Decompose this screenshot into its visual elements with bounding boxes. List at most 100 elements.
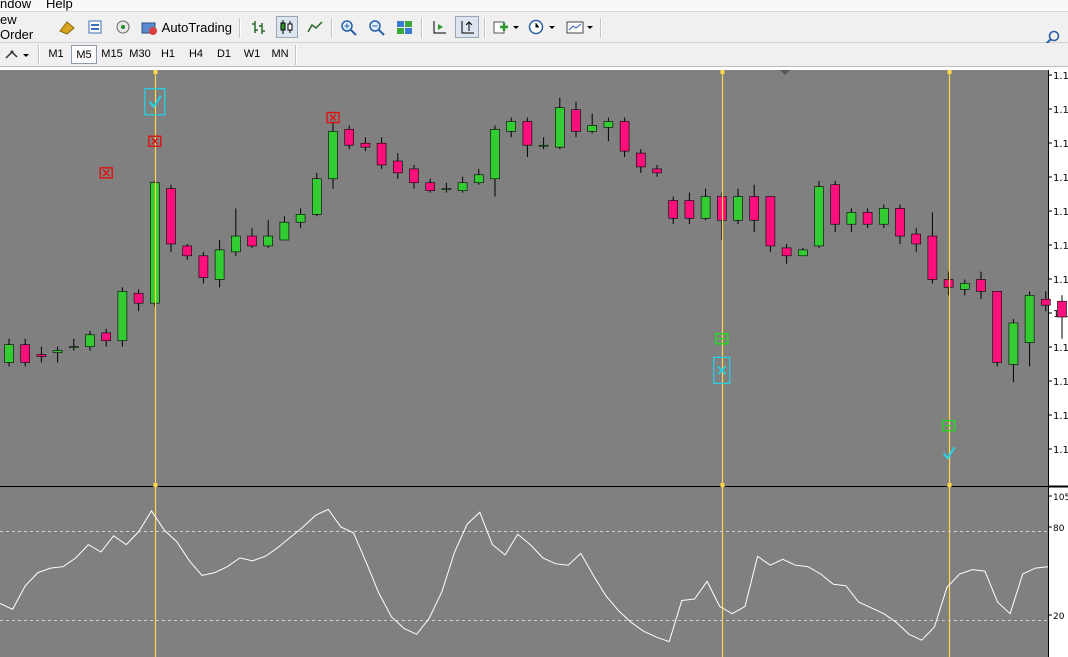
timeframe-mn[interactable]: MN [267,45,293,64]
bear-candle [1057,300,1067,318]
bull-candle [473,174,484,184]
vline-handle [720,483,725,487]
bull-candle [959,283,970,290]
navigator-icon[interactable] [84,16,106,38]
toolbar-separator [484,18,486,38]
price-label: 1.1 [1053,275,1068,286]
auto-scroll-icon[interactable] [455,16,479,38]
bear-candle [166,188,176,245]
bull-candle [311,178,322,215]
bear-candle [619,121,630,152]
bear-candle [652,168,662,174]
timeframe-m30[interactable]: M30 [127,45,153,64]
bull-candle [490,129,500,180]
bull-candle [700,196,711,219]
price-label: 1.1 [1053,105,1068,116]
market-watch-icon[interactable] [56,16,78,38]
menu-bar: ndow Help [0,0,1068,12]
timeframe-h1[interactable]: H1 [155,45,181,64]
chart-shift-icon[interactable] [428,16,450,38]
bull-candle [85,334,95,347]
bear-candle [830,184,841,225]
bull-candle [1024,295,1035,344]
bull-candle [603,121,614,128]
tile-windows-icon[interactable] [393,16,415,38]
vline-handle [947,70,952,74]
price-label: 1.1 [1053,377,1068,388]
autotrading-label: AutoTrading [161,19,232,35]
autotrading-button[interactable]: AutoTrading [140,16,232,38]
bear-candle [360,142,371,148]
bull-candle [263,235,274,247]
bear-candle [571,109,581,132]
bull-candle [587,125,598,132]
timeframe-toolbar: M1 M5 M15 M30 H1 H4 D1 W1 MN [0,43,1068,67]
bear-candle [911,233,922,245]
oscillator-label: 20 [1053,612,1065,622]
timeframe-m5[interactable]: M5 [71,45,97,64]
bear-candle [344,129,355,146]
bear-candle [376,142,387,166]
bear-candle [943,279,954,288]
bull-candle [295,214,306,223]
menu-window[interactable]: ndow [0,0,31,11]
zoom-out-icon[interactable] [365,16,387,38]
line-chart-icon[interactable] [304,16,326,38]
toolbar-separator [331,18,333,38]
bull-candle [797,249,808,257]
oscillator-label: 80 [1053,524,1065,534]
bear-candle [198,255,209,278]
bear-candle [749,196,760,221]
vline-handle [153,70,158,74]
line-studies-dropdown-icon[interactable] [2,44,34,66]
price-label: 1.1 [1053,207,1068,218]
bull-candle [231,235,241,253]
bear-candle [862,212,873,225]
toolbar-separator [239,18,241,38]
bull-candle [1008,322,1019,365]
bull-candle [506,121,517,132]
bear-candle [392,160,403,174]
bear-candle [765,196,776,247]
price-label: 1.1 [1053,411,1068,422]
timeframe-m1[interactable]: M1 [43,45,69,64]
bear-candle [101,332,111,342]
vline-handle [153,483,158,487]
bull-candle [52,350,63,353]
bear-candle [635,152,646,168]
periods-dropdown-icon[interactable] [526,16,558,38]
bear-candle [668,200,679,219]
timeframe-w1[interactable]: W1 [239,45,265,64]
bear-candle [1041,298,1051,306]
bull-candle [441,188,452,190]
timeframe-m15[interactable]: M15 [99,45,125,64]
bear-candle [522,121,533,146]
autotrading-icon [141,22,157,35]
candlestick-chart-icon[interactable] [276,16,298,38]
zoom-in-icon[interactable] [337,16,359,38]
toolbar-separator [295,45,297,65]
price-label: 1.1 [1053,71,1068,82]
timeframe-h4[interactable]: H4 [183,45,209,64]
templates-dropdown-icon[interactable] [564,16,596,38]
price-chart[interactable]: 1.11.11.11.11.11.11.11.11.11.11.11.11058… [0,67,1068,657]
new-order-button[interactable]: ew Order [0,12,50,42]
bull-candle [554,107,565,148]
bull-candle [814,186,824,247]
bar-chart-icon[interactable] [248,16,270,38]
bear-candle [927,235,938,280]
toolbar-separator [421,18,423,38]
bear-candle [425,182,436,191]
menu-help[interactable]: Help [46,0,73,11]
indicators-dropdown-icon[interactable] [490,16,522,38]
toolbar-separator [600,18,602,38]
bull-candle [4,344,14,363]
bull-candle [117,291,128,342]
price-label: 1.1 [1053,445,1068,456]
signals-icon[interactable] [112,16,134,38]
bear-candle [716,196,727,221]
bear-candle [684,200,695,219]
price-label: 1.1 [1053,241,1068,252]
timeframe-d1[interactable]: D1 [211,45,237,64]
bull-candle [733,196,743,221]
